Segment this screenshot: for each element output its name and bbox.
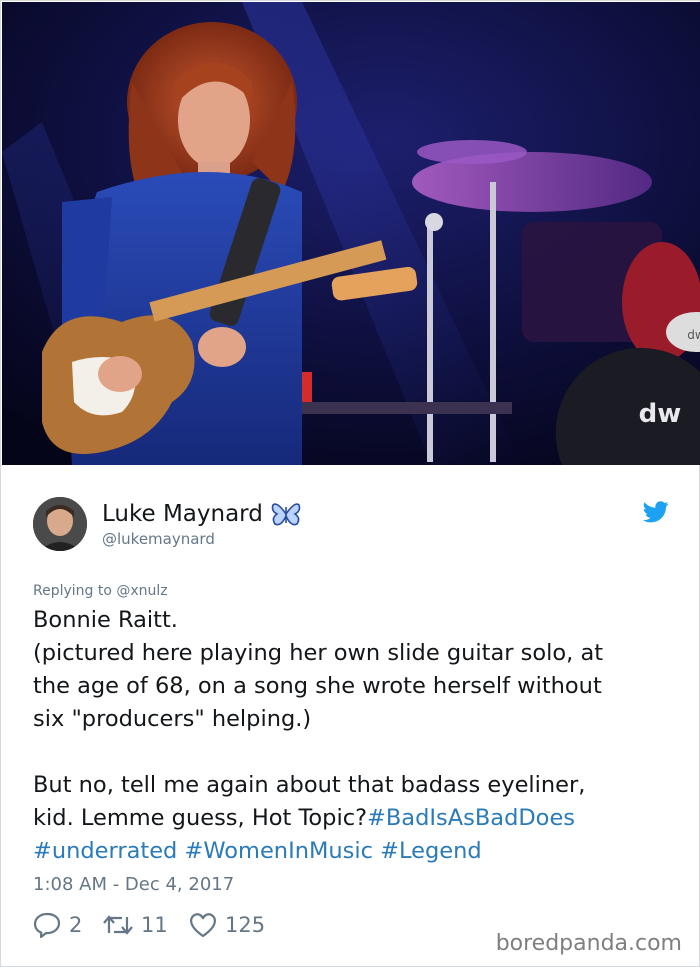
like-button[interactable]: 125: [189, 910, 265, 940]
tweet-timestamp[interactable]: 1:08 AM - Dec 4, 2017: [33, 874, 234, 895]
tweet-line: kid. Lemme guess, Hot Topic?#BadIsAsBadD…: [33, 802, 683, 835]
twitter-bird-icon[interactable]: [643, 501, 669, 523]
drum-logo: dw: [639, 399, 682, 429]
replying-to[interactable]: Replying to @xnulz: [33, 583, 168, 599]
hashtag-link[interactable]: #underrated: [33, 838, 177, 864]
reply-count: 2: [69, 913, 83, 937]
tweet-line: But no, tell me again about that badass …: [33, 772, 586, 798]
display-name[interactable]: Luke Maynard: [102, 501, 263, 527]
watermark: boredpanda.com: [495, 931, 682, 956]
like-count: 125: [225, 913, 266, 937]
hashtag-link[interactable]: #BadIsAsBadDoes: [367, 805, 575, 831]
tweet-line: the age of 68, on a song she wrote herse…: [33, 673, 602, 699]
tweet-text: Bonnie Raitt. (pictured here playing her…: [33, 604, 683, 868]
tweet-line: Bonnie Raitt.: [33, 607, 178, 633]
tweet-line: (pictured here playing her own slide gui…: [33, 640, 604, 666]
hashtag-link[interactable]: #Legend: [380, 838, 482, 864]
reply-icon: [33, 912, 61, 938]
tweet-line-text: kid. Lemme guess, Hot Topic?: [33, 805, 368, 831]
concert-photo-illustration: dw dw: [2, 2, 700, 465]
tweet-line: six "producers" helping.): [33, 706, 312, 732]
butterfly-icon: [271, 503, 301, 526]
avatar[interactable]: [33, 497, 87, 551]
tweet-line: #underrated #WomenInMusic #Legend: [33, 835, 683, 868]
retweet-count: 11: [141, 913, 168, 937]
retweet-button[interactable]: 11: [103, 910, 168, 940]
avatar-image: [33, 497, 87, 551]
retweet-icon: [103, 915, 133, 935]
tweet-photo[interactable]: dw dw: [2, 2, 700, 465]
svg-text:dw: dw: [687, 328, 700, 342]
user-handle[interactable]: @lukemaynard: [102, 530, 215, 548]
tweet-card: dw dw Luke Maynard @lukemaynard Replying…: [0, 0, 700, 967]
reply-button[interactable]: 2: [33, 910, 82, 940]
heart-icon: [189, 913, 217, 938]
hashtag-link[interactable]: #WomenInMusic: [185, 838, 373, 864]
